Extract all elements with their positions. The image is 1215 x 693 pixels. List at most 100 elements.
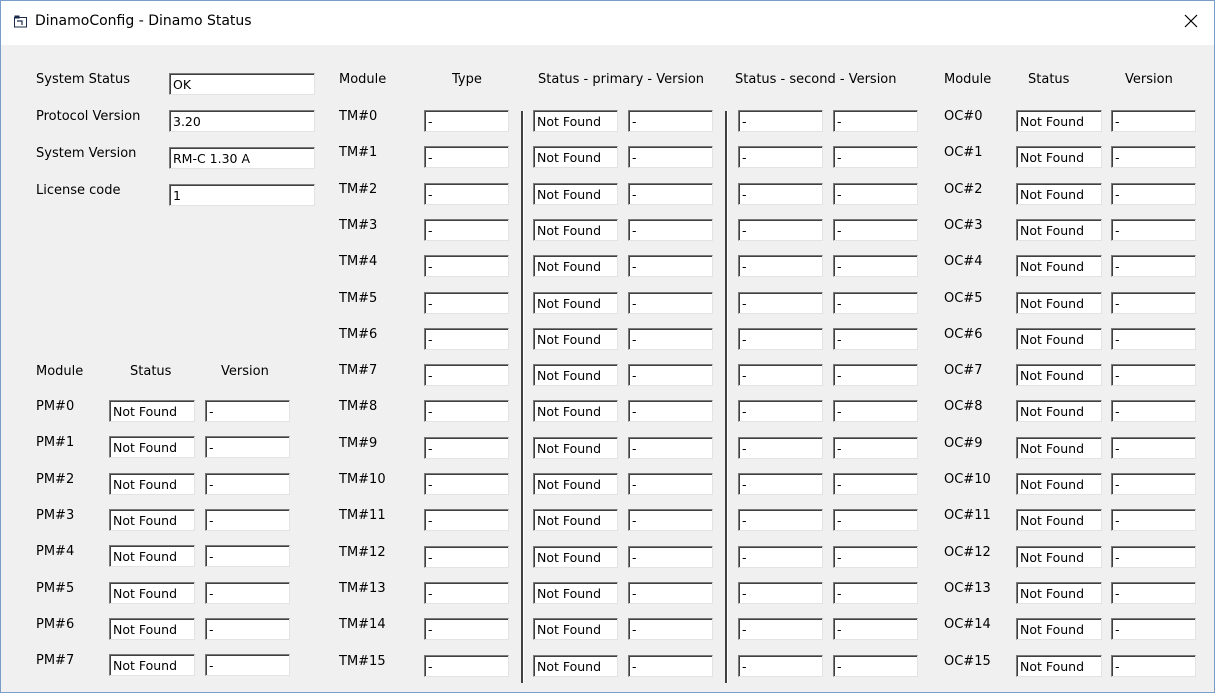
tm-primary-version-field[interactable]: -: [628, 364, 713, 386]
tm-type-field[interactable]: -: [424, 473, 509, 495]
oc-status-field[interactable]: Not Found: [1016, 328, 1102, 350]
tm-primary-status-field[interactable]: Not Found: [533, 473, 618, 495]
pm-status-field[interactable]: Not Found: [109, 654, 195, 676]
tm-primary-status-field[interactable]: Not Found: [533, 437, 618, 459]
oc-version-field[interactable]: -: [1111, 618, 1196, 640]
pm-version-field[interactable]: -: [205, 436, 290, 458]
protocol-version-field[interactable]: 3.20: [169, 110, 315, 132]
tm-type-field[interactable]: -: [424, 618, 509, 640]
tm-primary-version-field[interactable]: -: [628, 582, 713, 604]
tm-type-field[interactable]: -: [424, 183, 509, 205]
oc-status-field[interactable]: Not Found: [1016, 255, 1102, 277]
oc-version-field[interactable]: -: [1111, 437, 1196, 459]
tm-primary-status-field[interactable]: Not Found: [533, 364, 618, 386]
oc-status-field[interactable]: Not Found: [1016, 655, 1102, 677]
oc-status-field[interactable]: Not Found: [1016, 400, 1102, 422]
tm-second-status-field[interactable]: -: [738, 618, 823, 640]
tm-primary-version-field[interactable]: -: [628, 655, 713, 677]
tm-primary-version-field[interactable]: -: [628, 546, 713, 568]
tm-primary-version-field[interactable]: -: [628, 292, 713, 314]
tm-type-field[interactable]: -: [424, 582, 509, 604]
oc-version-field[interactable]: -: [1111, 400, 1196, 422]
oc-status-field[interactable]: Not Found: [1016, 146, 1102, 168]
tm-type-field[interactable]: -: [424, 509, 509, 531]
oc-version-field[interactable]: -: [1111, 364, 1196, 386]
oc-status-field[interactable]: Not Found: [1016, 437, 1102, 459]
tm-type-field[interactable]: -: [424, 364, 509, 386]
tm-primary-version-field[interactable]: -: [628, 183, 713, 205]
tm-primary-version-field[interactable]: -: [628, 219, 713, 241]
oc-status-field[interactable]: Not Found: [1016, 183, 1102, 205]
tm-second-status-field[interactable]: -: [738, 146, 823, 168]
tm-second-version-field[interactable]: -: [833, 400, 918, 422]
pm-version-field[interactable]: -: [205, 582, 290, 604]
tm-second-status-field[interactable]: -: [738, 509, 823, 531]
tm-second-version-field[interactable]: -: [833, 146, 918, 168]
pm-status-field[interactable]: Not Found: [109, 436, 195, 458]
tm-type-field[interactable]: -: [424, 400, 509, 422]
tm-second-version-field[interactable]: -: [833, 364, 918, 386]
pm-status-field[interactable]: Not Found: [109, 400, 195, 422]
tm-second-version-field[interactable]: -: [833, 328, 918, 350]
oc-version-field[interactable]: -: [1111, 255, 1196, 277]
oc-version-field[interactable]: -: [1111, 146, 1196, 168]
tm-primary-status-field[interactable]: Not Found: [533, 219, 618, 241]
tm-primary-version-field[interactable]: -: [628, 110, 713, 132]
oc-version-field[interactable]: -: [1111, 509, 1196, 531]
oc-version-field[interactable]: -: [1111, 183, 1196, 205]
tm-primary-status-field[interactable]: Not Found: [533, 146, 618, 168]
tm-second-version-field[interactable]: -: [833, 255, 918, 277]
system-version-field[interactable]: RM-C 1.30 A: [169, 147, 315, 169]
system-status-field[interactable]: OK: [169, 73, 315, 95]
oc-version-field[interactable]: -: [1111, 655, 1196, 677]
tm-primary-status-field[interactable]: Not Found: [533, 183, 618, 205]
oc-status-field[interactable]: Not Found: [1016, 219, 1102, 241]
oc-version-field[interactable]: -: [1111, 473, 1196, 495]
oc-status-field[interactable]: Not Found: [1016, 292, 1102, 314]
close-button[interactable]: [1168, 1, 1214, 45]
tm-primary-version-field[interactable]: -: [628, 618, 713, 640]
tm-second-version-field[interactable]: -: [833, 183, 918, 205]
tm-primary-status-field[interactable]: Not Found: [533, 618, 618, 640]
tm-type-field[interactable]: -: [424, 110, 509, 132]
pm-version-field[interactable]: -: [205, 654, 290, 676]
tm-second-status-field[interactable]: -: [738, 473, 823, 495]
tm-second-status-field[interactable]: -: [738, 582, 823, 604]
tm-second-status-field[interactable]: -: [738, 328, 823, 350]
pm-version-field[interactable]: -: [205, 509, 290, 531]
pm-version-field[interactable]: -: [205, 473, 290, 495]
tm-second-version-field[interactable]: -: [833, 618, 918, 640]
tm-type-field[interactable]: -: [424, 255, 509, 277]
tm-second-status-field[interactable]: -: [738, 655, 823, 677]
pm-status-field[interactable]: Not Found: [109, 509, 195, 531]
tm-second-version-field[interactable]: -: [833, 473, 918, 495]
license-code-field[interactable]: 1: [169, 184, 315, 206]
tm-primary-status-field[interactable]: Not Found: [533, 255, 618, 277]
tm-primary-status-field[interactable]: Not Found: [533, 546, 618, 568]
tm-primary-version-field[interactable]: -: [628, 473, 713, 495]
tm-type-field[interactable]: -: [424, 437, 509, 459]
tm-primary-status-field[interactable]: Not Found: [533, 400, 618, 422]
tm-second-version-field[interactable]: -: [833, 219, 918, 241]
oc-status-field[interactable]: Not Found: [1016, 618, 1102, 640]
tm-second-status-field[interactable]: -: [738, 437, 823, 459]
tm-second-version-field[interactable]: -: [833, 546, 918, 568]
oc-status-field[interactable]: Not Found: [1016, 364, 1102, 386]
tm-second-version-field[interactable]: -: [833, 509, 918, 531]
tm-type-field[interactable]: -: [424, 292, 509, 314]
tm-type-field[interactable]: -: [424, 328, 509, 350]
tm-primary-version-field[interactable]: -: [628, 437, 713, 459]
tm-second-version-field[interactable]: -: [833, 110, 918, 132]
oc-version-field[interactable]: -: [1111, 110, 1196, 132]
tm-primary-status-field[interactable]: Not Found: [533, 328, 618, 350]
oc-status-field[interactable]: Not Found: [1016, 546, 1102, 568]
tm-type-field[interactable]: -: [424, 219, 509, 241]
pm-status-field[interactable]: Not Found: [109, 618, 195, 640]
tm-primary-version-field[interactable]: -: [628, 255, 713, 277]
tm-second-status-field[interactable]: -: [738, 400, 823, 422]
oc-status-field[interactable]: Not Found: [1016, 473, 1102, 495]
oc-version-field[interactable]: -: [1111, 328, 1196, 350]
oc-version-field[interactable]: -: [1111, 292, 1196, 314]
tm-type-field[interactable]: -: [424, 655, 509, 677]
oc-status-field[interactable]: Not Found: [1016, 509, 1102, 531]
